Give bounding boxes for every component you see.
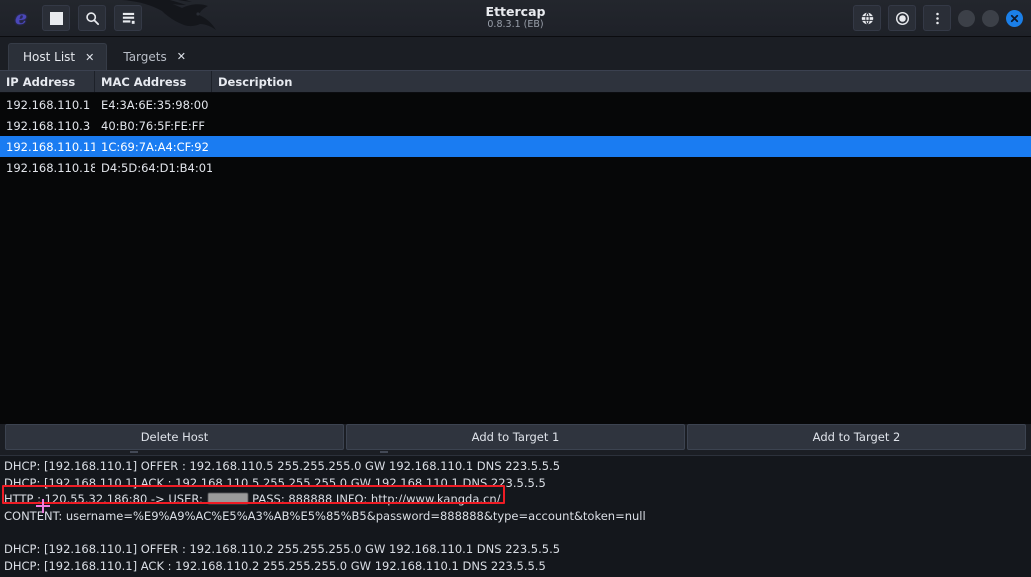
cell-mac-address: 40:B0:76:5F:FE:FF (101, 118, 205, 133)
tab-host-list[interactable]: Host List ✕ (8, 43, 108, 70)
tab-bar: Host List ✕ Targets ✕ (0, 37, 1031, 70)
log-line: DHCP: [192.168.110.1] ACK : 192.168.110.… (4, 558, 546, 573)
search-button[interactable] (78, 5, 106, 31)
globe-icon (861, 11, 873, 25)
host-list-table: IP Address MAC Address Description 192.1… (0, 70, 1031, 424)
redacted-username-block (207, 493, 248, 505)
title-bar: e Ettercap 0.8.3.1 (EB) (0, 0, 1031, 37)
kali-dragon-watermark (122, 0, 216, 30)
table-row[interactable]: 192.168.110.18 D4:5D:64:D1:B4:01 (0, 157, 1031, 178)
close-x-icon (1010, 14, 1019, 22)
titlebar-right-tools (853, 5, 1031, 31)
cell-ip-address: 192.168.110.1 (6, 97, 91, 112)
log-line-blank (2, 524, 1031, 541)
table-row[interactable]: 192.168.110.3 40:B0:76:5F:FE:FF (0, 115, 1031, 136)
log-output-panel[interactable]: DHCP: [192.168.110.1] OFFER : 192.168.11… (0, 455, 1031, 577)
stop-button[interactable] (42, 5, 70, 31)
host-action-bar: Delete Host Add to Target 1 Add to Targe… (0, 424, 1031, 450)
tab-targets-close-icon[interactable]: ✕ (177, 51, 186, 62)
ettercap-e-logo: e (14, 7, 28, 29)
table-header-row: IP Address MAC Address Description (0, 71, 1031, 93)
record-circle-icon (895, 11, 909, 25)
cell-ip-address: 192.168.110.18 (6, 160, 95, 175)
log-line: DHCP: [192.168.110.1] ACK : 192.168.110.… (4, 475, 546, 490)
log-line: DHCP: [192.168.110.1] OFFER : 192.168.11… (4, 459, 561, 473)
log-line: DHCP: [192.168.110.1] OFFER : 192.168.11… (4, 541, 561, 556)
cell-ip-address: 192.168.110.11 (6, 139, 95, 154)
maximize-button[interactable] (982, 9, 999, 27)
tab-host-list-label: Host List (23, 50, 76, 64)
column-header-mac-address[interactable]: MAC Address (95, 71, 212, 92)
log-line-http-credentials: HTTP : 120.55.32.186:80 -> USER: PASS: 8… (2, 491, 1031, 508)
window-title: Ettercap (485, 4, 546, 19)
tab-targets-label: Targets (123, 49, 167, 64)
titlebar-left-tools: e (0, 5, 142, 31)
three-dots-vertical-icon (935, 12, 939, 24)
delete-host-button[interactable]: Delete Host (5, 424, 344, 450)
window-subtitle: 0.8.3.1 (EB) (487, 19, 544, 30)
tab-host-list-close-icon[interactable]: ✕ (85, 52, 94, 63)
close-button[interactable] (1006, 9, 1023, 27)
add-to-target-1-button[interactable]: Add to Target 1 (346, 424, 685, 450)
list-icon (122, 12, 135, 24)
column-header-description[interactable]: Description (212, 71, 1031, 92)
network-globe-button[interactable] (853, 5, 881, 31)
square-stop-icon (49, 11, 63, 25)
table-row[interactable]: 192.168.110.1 E4:3A:6E:35:98:00 (0, 94, 1031, 115)
ettercap-window: e Ettercap 0.8.3.1 (EB) Host List ✕ Targ… (0, 0, 1031, 577)
log-http-prefix: HTTP : 120.55.32.186:80 -> USER: (4, 492, 207, 507)
cell-mac-address: 1C:69:7A:A4:CF:92 (101, 139, 209, 154)
tab-targets[interactable]: Targets ✕ (109, 43, 198, 70)
cell-ip-address: 192.168.110.3 (6, 118, 91, 133)
hosts-list-button[interactable] (114, 5, 142, 31)
search-icon (85, 11, 99, 25)
add-to-target-2-button[interactable]: Add to Target 2 (687, 424, 1026, 450)
table-row-selected[interactable]: 192.168.110.11 1C:69:7A:A4:CF:92 (0, 136, 1031, 157)
cell-mac-address: D4:5D:64:D1:B4:01 (101, 160, 212, 175)
log-line: CONTENT: username=%E9%A9%AC%E5%A3%AB%E5%… (4, 508, 646, 523)
column-header-ip-address[interactable]: IP Address (0, 71, 95, 92)
table-body: 192.168.110.1 E4:3A:6E:35:98:00 192.168.… (0, 93, 1031, 424)
record-button[interactable] (888, 5, 916, 31)
cell-mac-address: E4:3A:6E:35:98:00 (101, 97, 209, 112)
log-http-suffix: PASS: 888888 INFO: http://www.kangda.cn/ (248, 492, 501, 507)
more-options-button[interactable] (923, 5, 951, 31)
minimize-button[interactable] (958, 9, 975, 27)
